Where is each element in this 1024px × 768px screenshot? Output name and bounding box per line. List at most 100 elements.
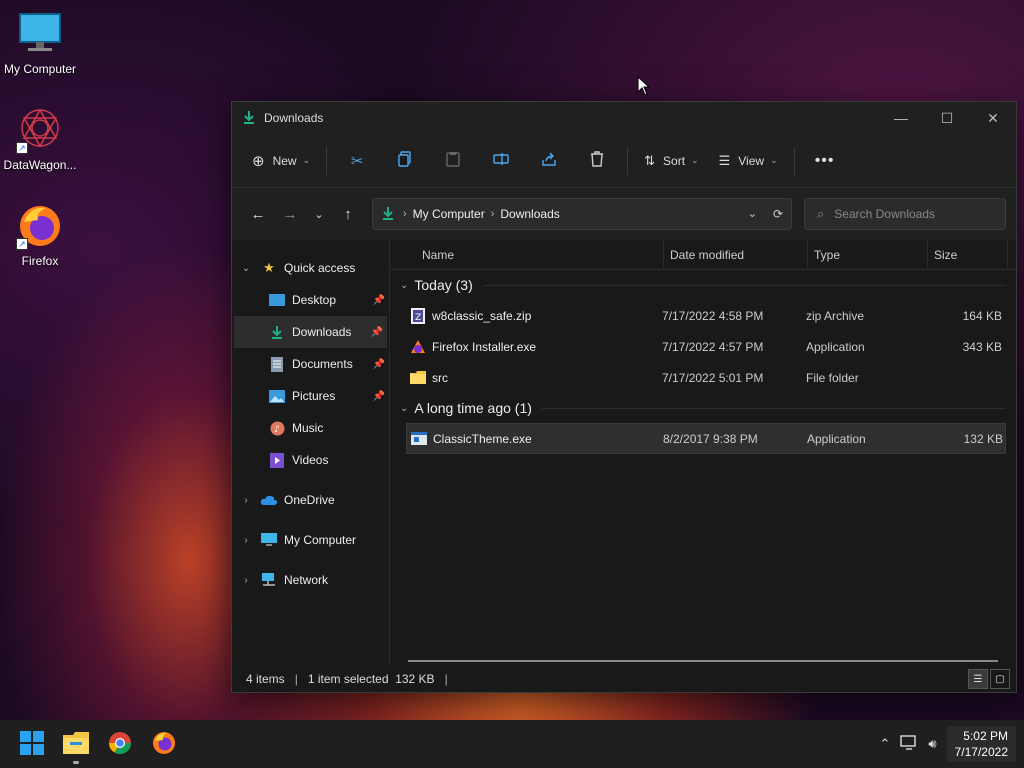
view-button[interactable]: ☰ View ⌄ (709, 144, 788, 178)
file-row[interactable]: src 7/17/2022 5:01 PM File folder (406, 362, 1006, 393)
desktop-icon-my-computer[interactable]: My Computer (0, 10, 80, 76)
ellipsis-icon: ••• (814, 151, 835, 169)
chevron-down-icon[interactable]: ⌄ (232, 263, 260, 274)
taskbar-firefox[interactable] (142, 724, 186, 764)
file-row-selected[interactable]: ClassicTheme.exe 8/2/2017 9:38 PM Applic… (406, 423, 1006, 454)
new-button[interactable]: ⊕ New ⌄ (242, 144, 320, 178)
clock[interactable]: 5:02 PM 7/17/2022 (946, 726, 1016, 762)
rename-button[interactable] (477, 144, 525, 178)
horizontal-scrollbar[interactable] (408, 660, 998, 662)
column-date-modified[interactable]: Date modified (664, 239, 808, 270)
group-header-long-time-ago[interactable]: ⌄ A long time ago (1) (390, 393, 1016, 423)
nav-onedrive[interactable]: › OneDrive (232, 484, 389, 516)
breadcrumb-my-computer[interactable]: My Computer (413, 207, 485, 221)
chevron-down-icon: ⌄ (691, 155, 699, 165)
toolbar-divider (793, 146, 795, 175)
address-bar[interactable]: › My Computer › Downloads ⌄ ⟳ (372, 198, 792, 230)
recent-locations-button[interactable]: ⌄ (306, 198, 332, 230)
back-button[interactable]: ← (242, 198, 274, 230)
mouse-cursor-icon (637, 75, 651, 99)
sort-icon: ⇅ (644, 152, 656, 168)
search-input[interactable] (834, 207, 985, 221)
chevron-right-icon[interactable]: › (232, 535, 260, 546)
desktop-icon-firefox[interactable]: ↗ Firefox (0, 202, 80, 268)
nav-documents[interactable]: Documents 📌 (232, 348, 389, 380)
arrow-left-icon: ← (250, 205, 266, 223)
star-icon: ★ (263, 260, 275, 275)
nav-my-computer[interactable]: › My Computer (232, 524, 389, 556)
file-name: ClassicTheme.exe (433, 431, 532, 446)
more-options-button[interactable]: ••• (801, 144, 849, 178)
chevron-down-icon: ⌄ (770, 155, 778, 165)
group-label: A long time ago (1) (414, 400, 532, 416)
group-label: Today (3) (414, 277, 473, 293)
forward-button[interactable]: → (274, 198, 306, 230)
desktop-icon-label: My Computer (3, 62, 77, 76)
column-name[interactable]: Name (416, 239, 664, 270)
up-button[interactable]: ↑ (332, 198, 364, 230)
nav-music[interactable]: ♪ Music (232, 412, 389, 444)
nav-quick-access[interactable]: ⌄ ★ Quick access (232, 252, 389, 284)
file-row[interactable]: Firefox Installer.exe 7/17/2022 4:57 PM … (406, 331, 1006, 362)
file-date: 7/17/2022 4:57 PM (662, 339, 764, 354)
taskbar-chrome[interactable] (98, 724, 142, 764)
search-icon: ⌕ (817, 206, 825, 221)
svg-text:Z: Z (415, 313, 421, 323)
show-hidden-icons-button[interactable]: ⌃ (880, 736, 891, 752)
nav-pictures[interactable]: Pictures 📌 (232, 380, 389, 412)
title-bar[interactable]: Downloads — ☐ ✕ (232, 102, 1016, 134)
column-size[interactable]: Size (928, 239, 1008, 270)
file-row[interactable]: Zw8classic_safe.zip 7/17/2022 4:58 PM zi… (406, 300, 1006, 331)
file-size: 343 KB (962, 339, 1002, 354)
documents-icon (268, 356, 286, 372)
downloads-icon (268, 324, 286, 340)
nav-desktop[interactable]: Desktop 📌 (232, 284, 389, 316)
file-date: 8/2/2017 9:38 PM (663, 431, 758, 446)
nav-videos[interactable]: Videos (232, 444, 389, 476)
taskbar-file-explorer[interactable] (54, 724, 98, 764)
file-size: 132 KB (963, 431, 1003, 446)
music-icon: ♪ (268, 420, 286, 436)
delete-button[interactable] (573, 144, 621, 178)
cut-button[interactable]: ✂ (333, 144, 381, 178)
start-button[interactable] (10, 724, 54, 764)
toolbar-divider (627, 146, 629, 175)
file-list: Name Date modified Type Size ⌄ Today (3)… (390, 239, 1016, 666)
maximize-button[interactable]: ☐ (924, 102, 970, 134)
search-box[interactable]: ⌕ (804, 198, 1006, 230)
nav-network[interactable]: › Network (232, 564, 389, 596)
share-button[interactable] (525, 144, 573, 178)
network-status-icon[interactable] (900, 734, 918, 754)
new-label: New (272, 153, 297, 168)
scissors-icon: ✂ (350, 152, 364, 170)
chevron-down-icon: ⌄ (314, 208, 324, 221)
status-bar: 4 items | 1 item selected 132 KB | ☰ ▢ (232, 666, 1016, 692)
firefox-icon (152, 731, 176, 758)
file-date: 7/17/2022 5:01 PM (662, 370, 764, 385)
refresh-icon[interactable]: ⟳ (773, 207, 783, 221)
minimize-button[interactable]: — (878, 102, 924, 134)
rename-icon (493, 152, 509, 169)
nav-downloads[interactable]: Downloads 📌 (234, 316, 387, 348)
nav-label: Documents (292, 357, 353, 371)
sort-button[interactable]: ⇅ Sort ⌄ (634, 144, 708, 178)
close-button[interactable]: ✕ (970, 102, 1016, 134)
column-type[interactable]: Type (808, 239, 928, 270)
address-dropdown-icon[interactable]: ⌄ (748, 207, 757, 221)
tiles-view-button[interactable]: ▢ (990, 669, 1010, 689)
file-type: Application (806, 339, 865, 354)
chevron-right-icon[interactable]: › (232, 575, 260, 586)
firefox-installer-icon (410, 339, 426, 355)
volume-icon[interactable]: 🔊︎ (928, 736, 936, 752)
group-header-today[interactable]: ⌄ Today (3) (390, 270, 1016, 300)
nav-label: Network (284, 573, 329, 587)
copy-button[interactable] (381, 144, 429, 178)
desktop-folder-icon (268, 292, 286, 308)
desktop-icon-datawagon[interactable]: ↗ DataWagon... (0, 106, 80, 172)
details-view-button[interactable]: ☰ (968, 669, 988, 689)
clock-date: 7/17/2022 (954, 745, 1008, 759)
chevron-right-icon[interactable]: › (232, 495, 260, 506)
paste-button[interactable] (429, 144, 477, 178)
file-type: Application (807, 431, 866, 446)
breadcrumb-downloads[interactable]: Downloads (500, 207, 559, 221)
